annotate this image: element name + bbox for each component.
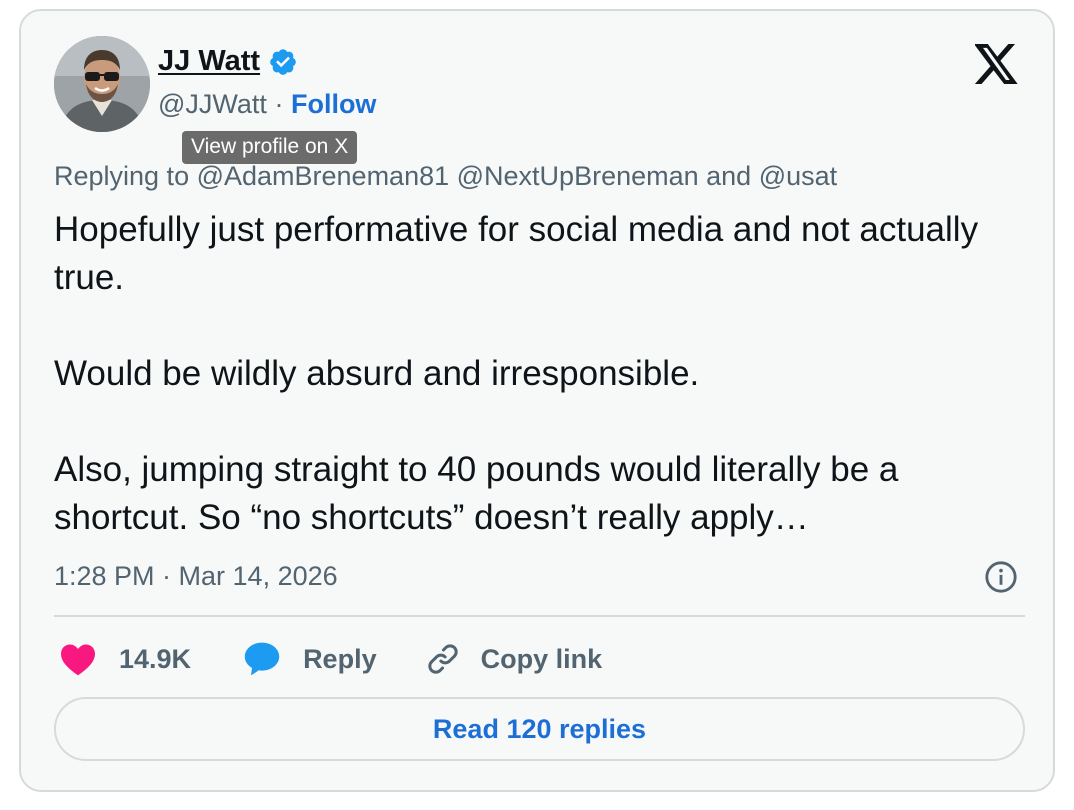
- author-name[interactable]: JJ Watt: [158, 45, 260, 78]
- copy-link-label: Copy link: [480, 643, 603, 674]
- author-handle[interactable]: @JJWatt: [158, 89, 267, 119]
- view-profile-tooltip: View profile on X: [182, 131, 358, 164]
- reply-label: Reply: [303, 643, 377, 674]
- tweet-body: Hopefully just performative for social m…: [54, 206, 1034, 542]
- avatar-photo: [54, 36, 150, 132]
- reply-button[interactable]: Reply: [243, 641, 377, 677]
- embedded-tweet-card: JJ Watt @JJWatt · Follow View profile on…: [19, 9, 1055, 792]
- tweet-paragraph: Hopefully just performative for social m…: [54, 210, 979, 297]
- read-replies-button[interactable]: Read 120 replies: [54, 697, 1025, 761]
- tweet-timestamp[interactable]: 1:28 PM · Mar 14, 2026: [54, 561, 338, 592]
- speech-bubble-icon: [244, 642, 280, 676]
- x-logo-icon[interactable]: [975, 44, 1019, 84]
- heart-icon: [61, 644, 95, 676]
- tweet-paragraph: Also, jumping straight to 40 pounds woul…: [54, 450, 899, 537]
- like-count: 14.9K: [119, 643, 192, 674]
- like-button[interactable]: 14.9K: [59, 642, 191, 676]
- info-icon[interactable]: [984, 560, 1018, 594]
- copy-link-button[interactable]: Copy link: [425, 641, 603, 677]
- author-name-row: JJ Watt: [158, 45, 298, 78]
- verified-badge-icon: [270, 48, 296, 75]
- divider: [54, 615, 1025, 617]
- handle-separator: ·: [274, 89, 284, 119]
- author-handle-row: @JJWatt · Follow: [158, 89, 376, 120]
- author-avatar[interactable]: [54, 36, 150, 132]
- action-bar: 14.9K Reply Copy link: [59, 639, 602, 679]
- replying-to-line: Replying to @AdamBreneman81 @NextUpBrene…: [54, 161, 838, 191]
- follow-button[interactable]: Follow: [291, 89, 376, 119]
- tweet-paragraph: Would be wildly absurd and irresponsible…: [54, 354, 700, 393]
- link-icon: [427, 644, 458, 674]
